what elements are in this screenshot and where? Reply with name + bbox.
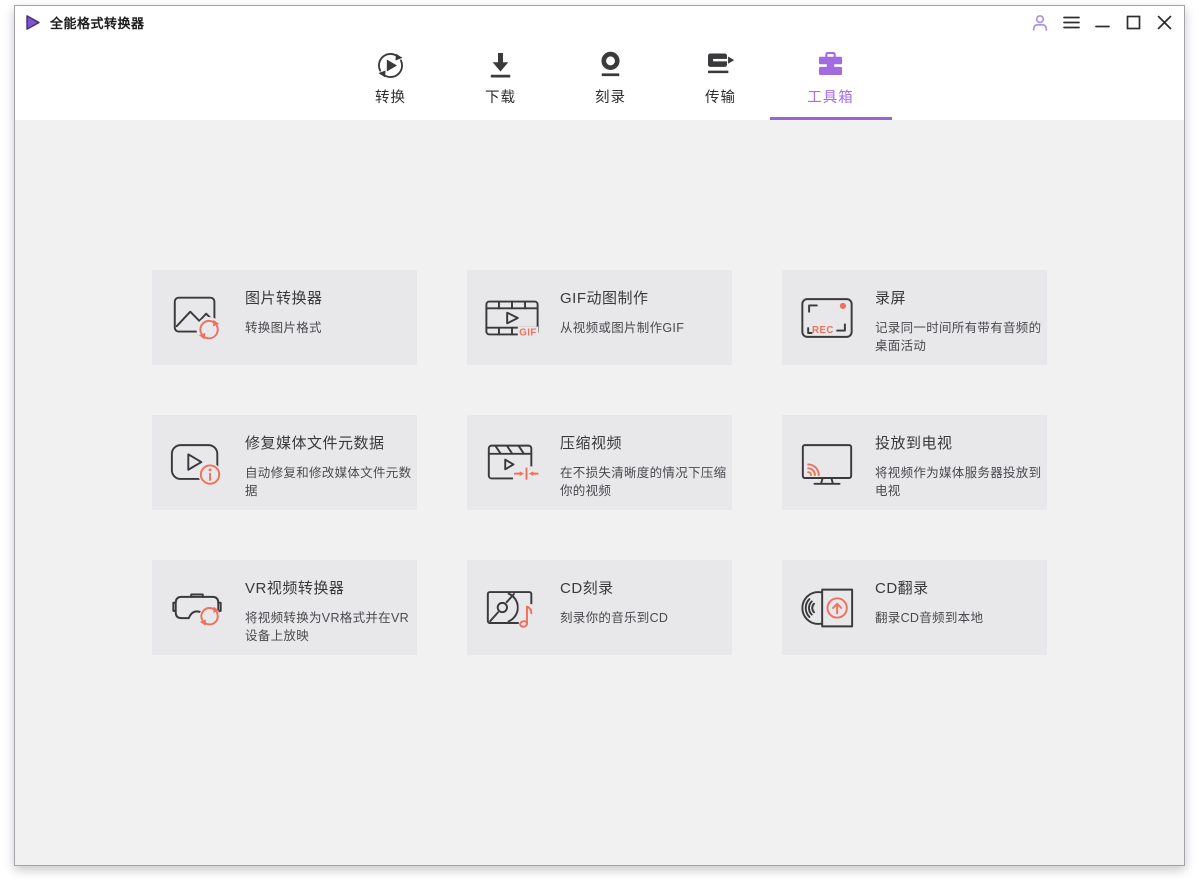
transfer-icon: [702, 46, 739, 84]
tool-card-fix-metadata[interactable]: 修复媒体文件元数据 自动修复和修改媒体文件元数据: [152, 415, 417, 510]
vr-converter-icon: [168, 579, 226, 637]
cd-ripper-icon: [798, 579, 856, 637]
tool-card-title: CD翻录: [875, 580, 929, 597]
tab-label: 刻录: [595, 90, 626, 106]
tool-cards-grid: 图片转换器 转换图片格式 GIF GIF动图制作 从视频或图片制作GIF REC…: [152, 270, 1047, 655]
tool-card-cast-to-tv[interactable]: 投放到电视 将视频作为媒体服务器投放到电视: [782, 415, 1047, 510]
tool-card-title: 压缩视频: [560, 435, 623, 452]
maximize-button[interactable]: [1122, 12, 1144, 34]
tool-card-gif-maker[interactable]: GIF GIF动图制作 从视频或图片制作GIF: [467, 270, 732, 365]
titlebar: 全能格式转换器: [15, 6, 1184, 39]
toolbox-icon: [812, 46, 849, 84]
tool-card-description: 将视频作为媒体服务器投放到电视: [875, 466, 1042, 498]
toolbox-panel: 图片转换器 转换图片格式 GIF GIF动图制作 从视频或图片制作GIF REC…: [15, 120, 1184, 865]
tool-card-screen-recorder[interactable]: REC 录屏 记录同一时间所有带有音频的桌面活动: [782, 270, 1047, 365]
convert-icon: [372, 46, 409, 84]
gif-maker-icon: GIF: [483, 289, 541, 347]
main-navbar: 转换 下载 刻录 传输 工具箱: [15, 39, 1184, 120]
tab-convert[interactable]: 转换: [336, 39, 446, 120]
tool-card-description: 转换图片格式: [245, 321, 322, 335]
tab-toolbox[interactable]: 工具箱: [776, 39, 886, 120]
tool-card-title: CD刻录: [560, 580, 614, 597]
desktop: 全能格式转换器 转换 下载 刻录 传输 工具箱 图片转换器 转换图片格式 GIF…: [0, 0, 1199, 888]
minimize-button[interactable]: [1091, 12, 1113, 34]
nav-tabs: 转换 下载 刻录 传输 工具箱: [336, 39, 886, 120]
tool-card-description: 在不损失清晰度的情况下压缩你的视频: [560, 466, 727, 498]
rec-label: REC: [812, 324, 834, 335]
image-converter-icon: [168, 289, 226, 347]
tool-card-title: 投放到电视: [875, 435, 953, 452]
tab-label: 转换: [375, 90, 406, 106]
tool-card-description: 从视频或图片制作GIF: [560, 321, 685, 335]
close-button[interactable]: [1153, 12, 1175, 34]
tab-transfer[interactable]: 传输: [666, 39, 776, 120]
tool-card-image-converter[interactable]: 图片转换器 转换图片格式: [152, 270, 417, 365]
tab-burn[interactable]: 刻录: [556, 39, 666, 120]
tool-card-cd-ripper[interactable]: CD翻录 翻录CD音频到本地: [782, 560, 1047, 655]
tool-card-title: 图片转换器: [245, 290, 323, 307]
window-controls: [1029, 6, 1175, 39]
gif-label: GIF: [519, 327, 537, 338]
tab-label: 工具箱: [807, 90, 854, 106]
tool-card-title: GIF动图制作: [560, 290, 649, 307]
app-title: 全能格式转换器: [50, 16, 145, 31]
tool-card-title: 修复媒体文件元数据: [245, 435, 385, 452]
tool-card-description: 记录同一时间所有带有音频的桌面活动: [875, 321, 1042, 353]
burn-icon: [592, 46, 629, 84]
tool-card-description: 翻录CD音频到本地: [875, 611, 984, 625]
app-logo-play-icon: [24, 14, 41, 31]
tool-card-vr-converter[interactable]: VR视频转换器 将视频转换为VR格式并在VR设备上放映: [152, 560, 417, 655]
tool-card-video-compressor[interactable]: 压缩视频 在不损失清晰度的情况下压缩你的视频: [467, 415, 732, 510]
download-icon: [482, 46, 519, 84]
tab-label: 下载: [485, 90, 516, 106]
cast-to-tv-icon: [798, 434, 856, 492]
fix-metadata-icon: [168, 434, 226, 492]
cd-burner-icon: [483, 579, 541, 637]
video-compressor-icon: [483, 434, 541, 492]
account-icon[interactable]: [1029, 12, 1051, 34]
tool-card-title: 录屏: [875, 290, 907, 307]
tool-card-description: 刻录你的音乐到CD: [560, 611, 669, 625]
menu-icon[interactable]: [1060, 12, 1082, 34]
tab-label: 传输: [705, 90, 736, 106]
tool-card-description: 自动修复和修改媒体文件元数据: [245, 466, 412, 498]
tool-card-cd-burner[interactable]: CD刻录 刻录你的音乐到CD: [467, 560, 732, 655]
tab-download[interactable]: 下载: [446, 39, 556, 120]
app-window: 全能格式转换器 转换 下载 刻录 传输 工具箱 图片转换器 转换图片格式 GIF…: [14, 5, 1185, 866]
tool-card-title: VR视频转换器: [245, 580, 345, 597]
tool-card-description: 将视频转换为VR格式并在VR设备上放映: [245, 611, 409, 643]
screen-recorder-icon: REC: [798, 289, 856, 347]
